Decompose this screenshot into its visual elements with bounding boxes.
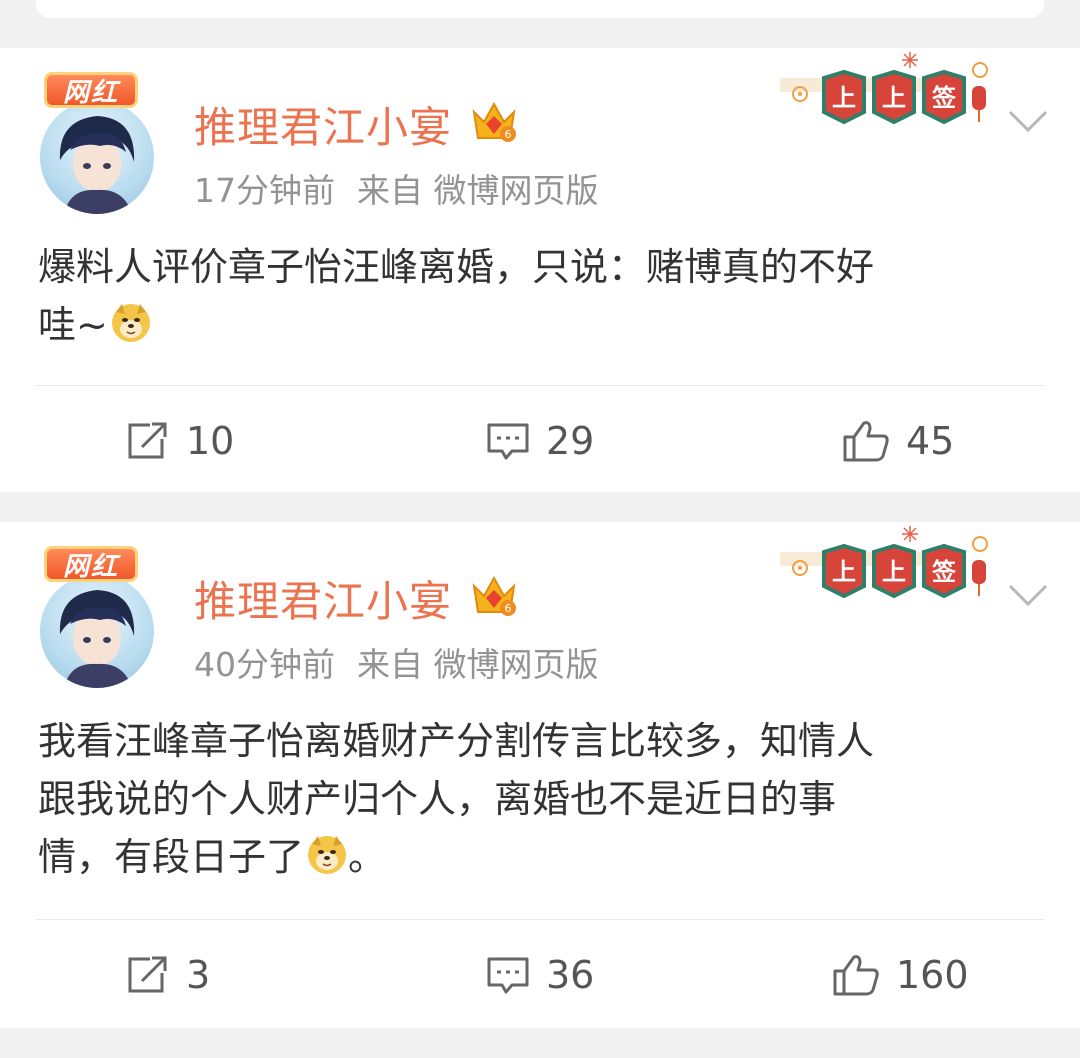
thumbs-up-icon xyxy=(833,955,879,996)
avatar[interactable] xyxy=(40,100,154,214)
fortune-char-3: 签 xyxy=(931,84,957,112)
previous-card-bottom xyxy=(36,0,1044,18)
crown-level-text: 6 xyxy=(505,128,512,141)
avatar-group[interactable]: 网红 xyxy=(38,544,160,688)
comment-count: 29 xyxy=(546,419,595,463)
avatar-group[interactable]: 网红 xyxy=(38,70,160,214)
content-tail: 。 xyxy=(348,835,387,879)
fortune-char-2: 上 xyxy=(882,558,906,586)
username[interactable]: 推理君江小宴 xyxy=(194,94,452,155)
comment-icon xyxy=(487,423,529,460)
comment-button[interactable]: 29 xyxy=(486,416,594,466)
repost-icon xyxy=(128,956,167,993)
avatar[interactable] xyxy=(40,574,154,688)
comment-count: 36 xyxy=(546,953,595,997)
divider xyxy=(36,919,1044,920)
fortune-sign-decoration[interactable]: 上 上 签 xyxy=(770,50,1000,150)
content-line: 哇~ xyxy=(38,303,108,347)
post-content: 爆料人评价章子怡汪峰离婚，只说：赌博真的不好 哇~ xyxy=(38,238,1048,354)
content-line: 我看汪峰章子怡离婚财产分割传言比较多，知情人 xyxy=(38,719,875,763)
repost-count: 10 xyxy=(186,419,235,463)
post-source: 来自 微博网页版 xyxy=(357,645,599,684)
chevron-down-icon[interactable] xyxy=(1006,106,1050,136)
feed-card: 网红 推理君江小宴 6 17分钟前 来自 微博网页版 上 上 签 爆料人评价章子怡… xyxy=(0,48,1080,492)
divider xyxy=(36,385,1044,386)
post-meta: 40分钟前 来自 微博网页版 xyxy=(194,638,599,686)
influencer-badge: 网红 xyxy=(44,72,138,108)
post-meta: 17分钟前 来自 微博网页版 xyxy=(194,164,599,212)
influencer-badge: 网红 xyxy=(44,546,138,582)
fortune-char-1: 上 xyxy=(832,558,856,586)
username[interactable]: 推理君江小宴 xyxy=(194,568,452,629)
like-count: 160 xyxy=(896,953,969,997)
post-source: 来自 微博网页版 xyxy=(357,171,599,210)
fortune-char-1: 上 xyxy=(832,84,856,112)
repost-button[interactable]: 3 xyxy=(126,950,210,1000)
crown-level-text: 6 xyxy=(505,602,512,615)
content-line: 跟我说的个人财产归个人，离婚也不是近日的事 xyxy=(38,777,837,821)
fortune-char-2: 上 xyxy=(882,84,906,112)
post-time[interactable]: 40分钟前 xyxy=(194,645,335,684)
doge-emoji-icon xyxy=(308,836,347,874)
doge-emoji-icon xyxy=(111,304,150,342)
feed-card: 网红 推理君江小宴 6 40分钟前 来自 微博网页版 上 上 签 我看汪峰章子怡离… xyxy=(0,522,1080,1028)
comment-button[interactable]: 36 xyxy=(486,950,594,1000)
crown-level-icon: 6 xyxy=(472,101,516,142)
repost-button[interactable]: 10 xyxy=(126,416,234,466)
like-button[interactable]: 45 xyxy=(842,416,954,466)
thumbs-up-icon xyxy=(843,421,889,462)
content-line-last: 哇~ xyxy=(38,296,1048,354)
post-time[interactable]: 17分钟前 xyxy=(194,171,335,210)
like-count: 45 xyxy=(906,419,955,463)
repost-count: 3 xyxy=(186,953,211,997)
post-content: 我看汪峰章子怡离婚财产分割传言比较多，知情人 跟我说的个人财产归个人，离婚也不是… xyxy=(38,712,1048,886)
fortune-char-3: 签 xyxy=(931,558,957,586)
fortune-sign-decoration[interactable]: 上 上 签 xyxy=(770,524,1000,624)
like-button[interactable]: 160 xyxy=(832,950,969,1000)
repost-icon xyxy=(128,422,167,459)
content-line-last: 情，有段日子了 。 xyxy=(38,828,1048,886)
content-line: 爆料人评价章子怡汪峰离婚，只说：赌博真的不好 xyxy=(38,245,875,289)
crown-level-icon: 6 xyxy=(472,575,516,616)
comment-icon xyxy=(487,957,529,994)
content-line: 情，有段日子了 xyxy=(38,835,305,879)
chevron-down-icon[interactable] xyxy=(1006,580,1050,610)
